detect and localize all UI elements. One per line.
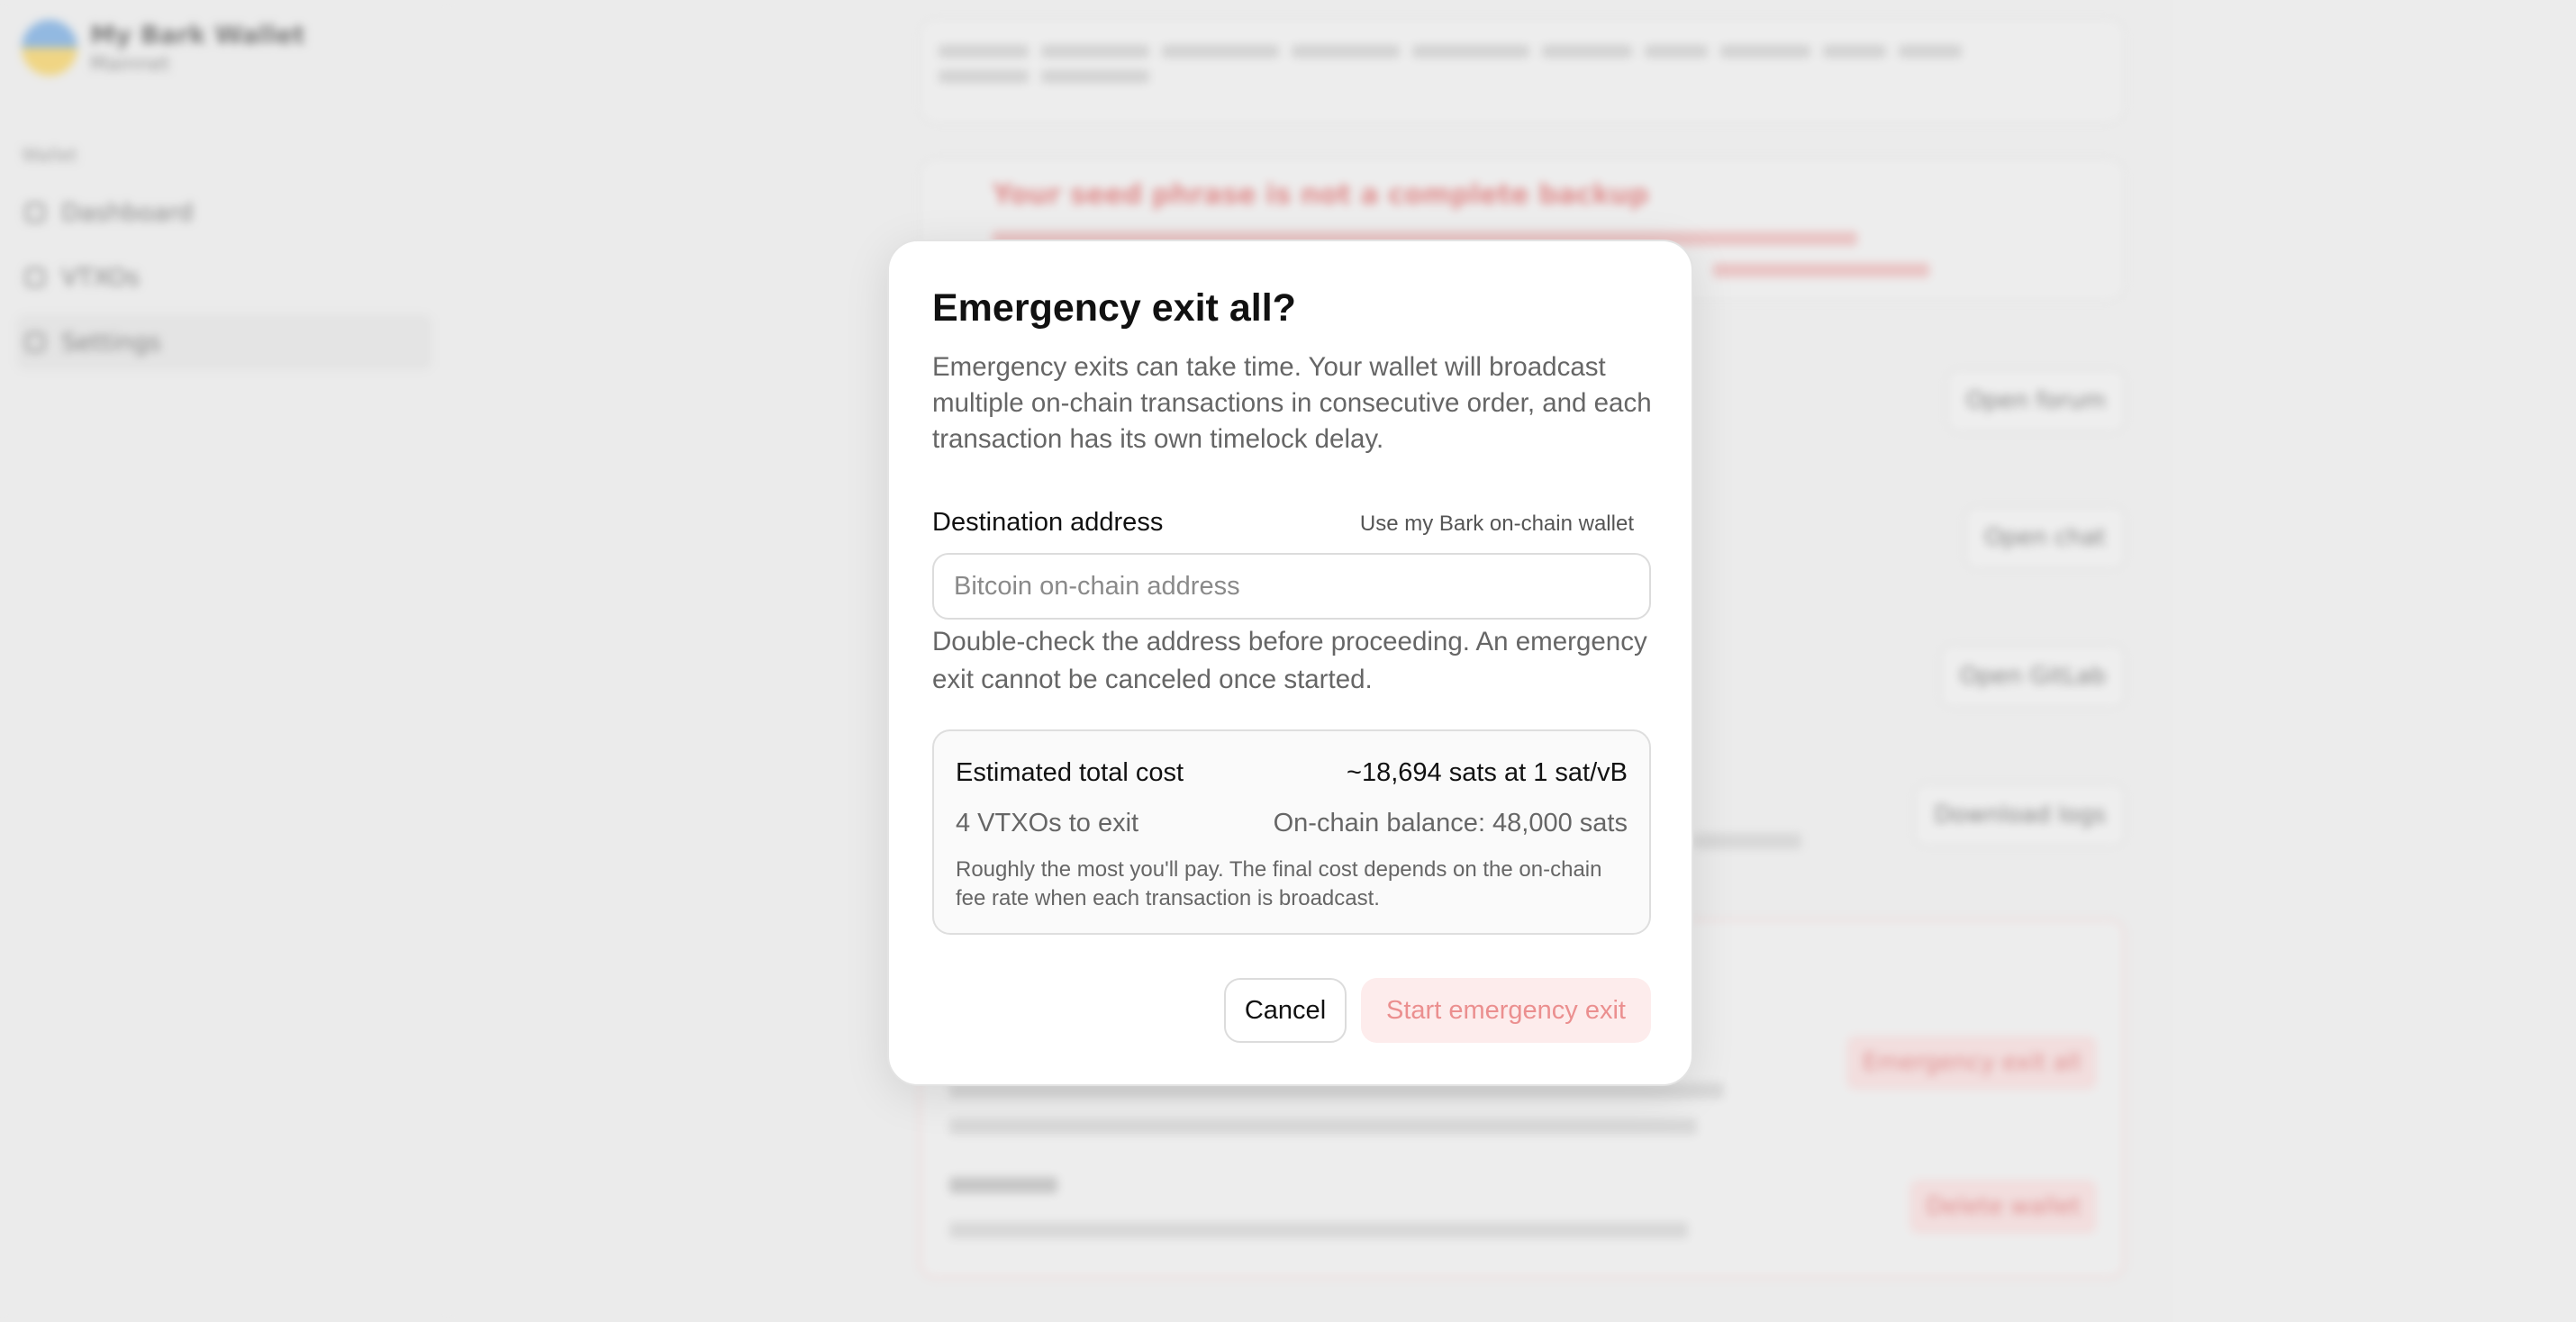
cost-note: Roughly the most you'll pay. The final c… <box>956 857 1602 910</box>
cost-total-value: ~18,694 sats at 1 sat/vB <box>1347 758 1628 787</box>
start-emergency-exit-button[interactable]: Start emergency exit <box>1361 978 1651 1043</box>
dialog-description: Emergency exits can take time. Your wall… <box>932 352 1652 454</box>
destination-address-input[interactable] <box>932 553 1651 620</box>
address-hint: Double-check the address before proceedi… <box>932 627 1647 694</box>
cost-estimate-box: Estimated total cost ~18,694 sats at 1 s… <box>932 729 1651 935</box>
use-bark-wallet-link[interactable]: Use my Bark on-chain wallet <box>1360 512 1634 537</box>
cost-detail-row: 4 VTXOs to exit On-chain balance: 48,000… <box>956 809 1628 838</box>
cost-total-row: Estimated total cost ~18,694 sats at 1 s… <box>956 758 1628 788</box>
cost-total-label: Estimated total cost <box>956 758 1184 787</box>
vtxo-count: 4 VTXOs to exit <box>956 809 1139 838</box>
cancel-button[interactable]: Cancel <box>1224 978 1347 1043</box>
emergency-exit-dialog: Emergency exit all? Emergency exits can … <box>887 240 1693 1086</box>
onchain-balance: On-chain balance: 48,000 sats <box>1273 809 1628 838</box>
dialog-title: Emergency exit all? <box>932 286 1296 330</box>
destination-address-label: Destination address <box>932 508 1164 537</box>
